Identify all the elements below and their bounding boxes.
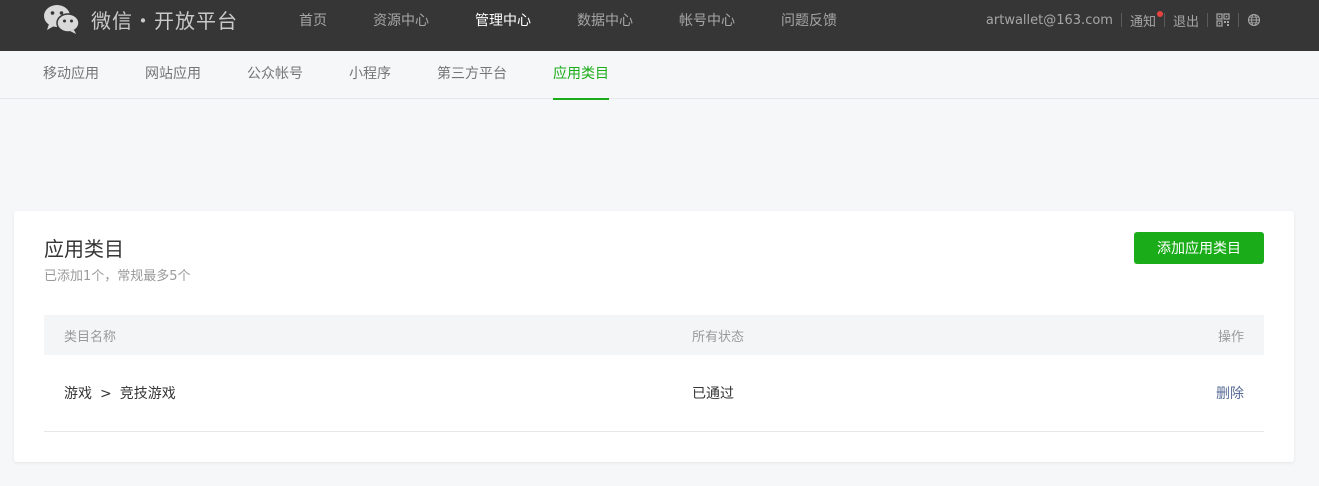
main-nav-feedback[interactable]: 问题反馈	[758, 10, 860, 30]
notice-badge-dot	[1156, 10, 1163, 17]
category-path: 游戏 > 竞技游戏	[64, 383, 176, 403]
divider	[1238, 13, 1239, 27]
category-label: 游戏	[64, 386, 92, 402]
header-category-name: 类目名称	[64, 329, 117, 345]
tab-official-accounts[interactable]: 公众帐号	[247, 51, 303, 99]
page-description: 已添加1个，常规最多5个	[44, 269, 191, 284]
add-app-category-button[interactable]: 添加应用类目	[1134, 232, 1264, 264]
tab-app-categories[interactable]: 应用类目	[553, 51, 609, 100]
header-operation: 操作	[1217, 329, 1244, 345]
main-nav-account[interactable]: 帐号中心	[656, 10, 758, 30]
divider	[1207, 13, 1208, 27]
table-header: 类目名称 所有状态 操作	[44, 315, 1264, 355]
brand-name: 微信・开放平台	[91, 8, 238, 33]
globe-icon[interactable]	[1247, 13, 1261, 27]
sub-nav: 移动应用 网站应用 公众帐号 小程序 第三方平台 应用类目	[0, 51, 1319, 100]
wechat-logo-icon	[44, 5, 80, 34]
tab-third-party-platform[interactable]: 第三方平台	[437, 51, 507, 99]
main-nav-home[interactable]: 首页	[276, 10, 350, 30]
category-table: 类目名称 所有状态 操作 游戏 > 竞技游戏 已通过 删除	[44, 315, 1264, 432]
brand-logo[interactable]: 微信・开放平台	[43, 4, 238, 34]
main-nav-data[interactable]: 数据中心	[554, 10, 656, 30]
header-status-filter[interactable]: 所有状态	[692, 326, 744, 345]
notice-link[interactable]: 通知	[1129, 10, 1163, 30]
tab-mini-programs[interactable]: 小程序	[349, 51, 391, 99]
page-title: 应用类目	[44, 237, 124, 261]
top-header: 微信・开放平台 首页 资源中心 管理中心 数据中心 帐号中心 问题反馈 artw…	[0, 0, 1319, 51]
category-separator: >	[100, 386, 112, 402]
subcategory-label: 竞技游戏	[119, 386, 176, 402]
user-bar: artwallet@163.com 通知 退出	[986, 0, 1261, 40]
app-category-panel: 应用类目 已添加1个，常规最多5个 添加应用类目 类目名称 所有状态 操作 游戏…	[14, 211, 1294, 462]
tab-mobile-apps[interactable]: 移动应用	[43, 51, 99, 99]
delete-link[interactable]: 删除	[1216, 383, 1244, 403]
divider	[1120, 13, 1122, 27]
table-row: 游戏 > 竞技游戏 已通过 删除	[44, 355, 1264, 432]
main-nav-management[interactable]: 管理中心	[452, 10, 554, 30]
user-email[interactable]: artwallet@163.com	[986, 13, 1113, 28]
status-text: 已通过	[692, 386, 734, 402]
divider	[1163, 13, 1165, 27]
main-nav: 首页 资源中心 管理中心 数据中心 帐号中心 问题反馈	[276, 0, 860, 40]
qrcode-icon[interactable]	[1216, 13, 1230, 27]
notice-label: 通知	[1129, 14, 1156, 30]
logout-link[interactable]: 退出	[1173, 11, 1199, 30]
tab-website-apps[interactable]: 网站应用	[145, 51, 201, 99]
main-nav-resources[interactable]: 资源中心	[350, 10, 452, 30]
